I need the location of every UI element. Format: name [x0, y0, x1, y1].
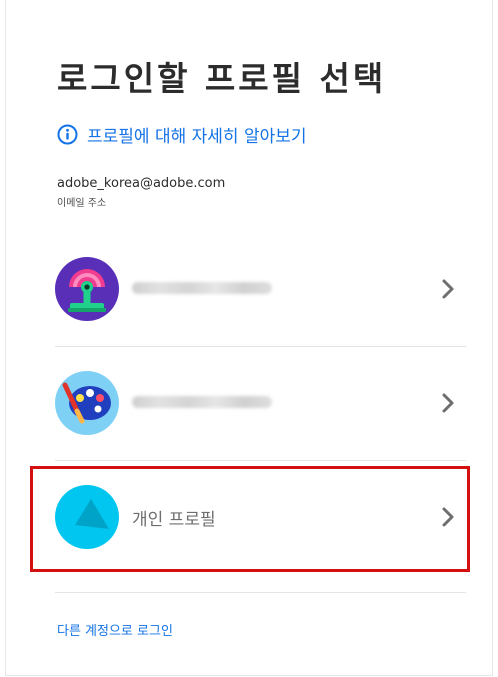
- profile-item-1[interactable]: [55, 245, 470, 333]
- account-email: adobe_korea@adobe.com: [57, 176, 226, 191]
- page-title: 로그인할 프로필 선택: [57, 59, 387, 98]
- profile-item-2[interactable]: [55, 359, 470, 447]
- dialog-frame: [5, 0, 493, 676]
- redacted-name: [132, 396, 272, 408]
- info-icon: [57, 124, 78, 145]
- chevron-right-icon: [442, 393, 454, 413]
- profile-item-personal[interactable]: 개인 프로필: [55, 473, 470, 561]
- account-email-label: 이메일 주소: [57, 198, 107, 209]
- chevron-right-icon: [442, 279, 454, 299]
- chevron-right-icon: [442, 507, 454, 527]
- profile-name-blurred: [132, 279, 440, 299]
- sign-in-other-account-link[interactable]: 다른 계정으로 로그인: [57, 620, 173, 639]
- pink-stamp-avatar-icon: [55, 257, 119, 321]
- learn-about-profiles-label: 프로필에 대해 자세히 알아보기: [87, 127, 307, 147]
- redacted-name: [132, 282, 272, 294]
- divider: [55, 592, 466, 593]
- divider: [55, 460, 466, 461]
- profile-name: 개인 프로필: [132, 509, 216, 530]
- learn-about-profiles-link[interactable]: 프로필에 대해 자세히 알아보기: [57, 122, 307, 147]
- personal-profile-avatar-icon: [55, 485, 119, 549]
- profile-name-blurred: [132, 393, 440, 413]
- divider: [55, 346, 466, 347]
- paint-palette-avatar-icon: [55, 371, 119, 435]
